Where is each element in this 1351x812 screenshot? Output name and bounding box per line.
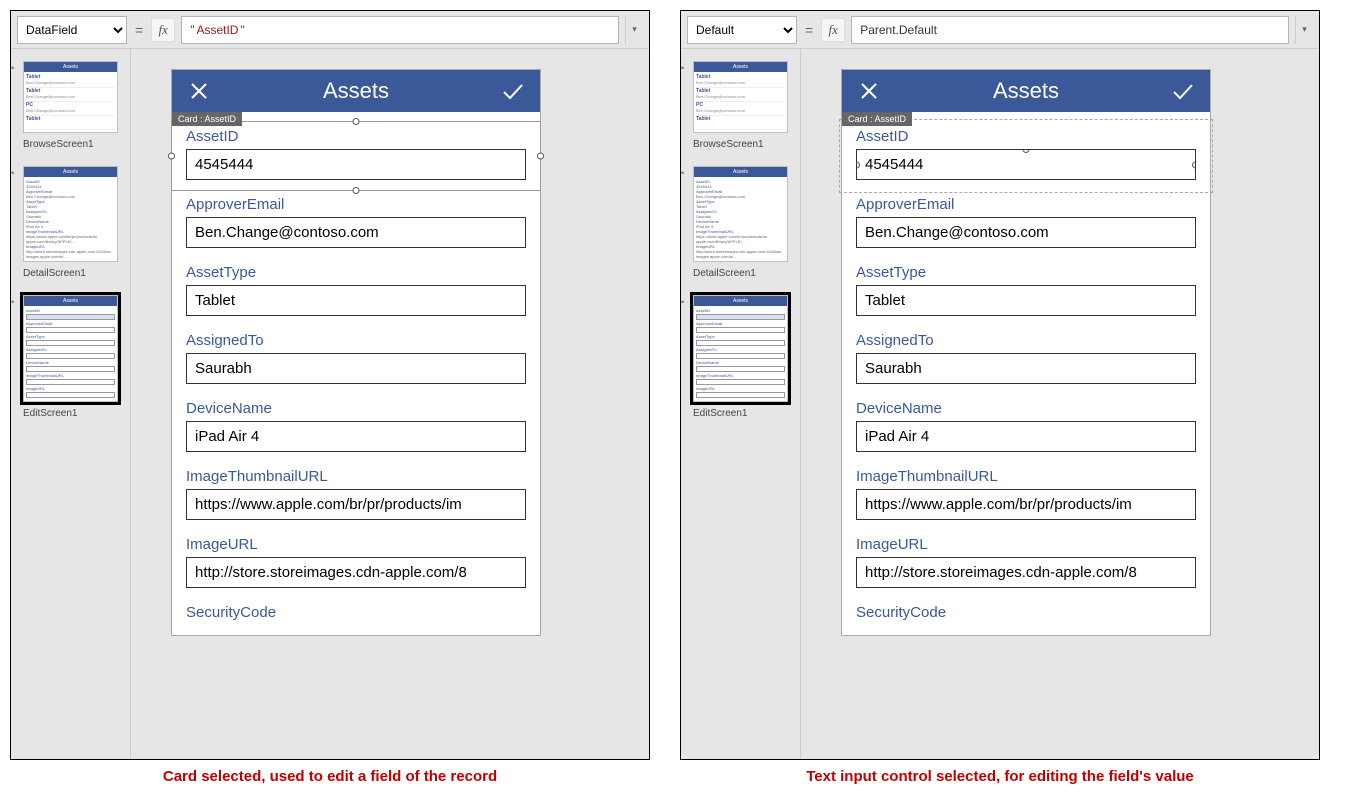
formula-bar: Default = fx Parent.Default ▾ <box>681 11 1319 49</box>
field-input[interactable]: Saurabh <box>186 353 526 384</box>
field-input[interactable]: iPad Air 4 <box>856 421 1196 452</box>
phone-preview: Assets Card : AssetID AssetID 4545444 Ap… <box>841 69 1211 636</box>
field-input[interactable]: Tablet <box>186 285 526 316</box>
card-approveremail[interactable]: ApproverEmail Ben.Change@contoso.com <box>842 190 1210 258</box>
phone-title: Assets <box>323 78 389 104</box>
card-imageurl[interactable]: ImageURL http://store.storeimages.cdn-ap… <box>172 530 540 598</box>
formula-input[interactable]: "AssetID" <box>181 16 619 44</box>
thumb-label-edit: EditScreen1 <box>693 408 794 419</box>
field-label: SecurityCode <box>186 604 526 621</box>
panel-right: Default = fx Parent.Default ▾ ••• Assets… <box>680 10 1320 760</box>
thumb-menu-icon[interactable]: ••• <box>681 168 683 178</box>
thumb-detail[interactable]: Assets AssetID4545444 ApproverEmailBen.C… <box>23 166 118 262</box>
formula-input[interactable]: Parent.Default <box>851 16 1289 44</box>
card-assettype[interactable]: AssetType Tablet <box>842 258 1210 326</box>
field-input-assetid[interactable]: 4545444 <box>186 149 526 180</box>
field-input[interactable]: Ben.Change@contoso.com <box>186 217 526 248</box>
field-input-assetid[interactable]: 4545444 <box>856 149 1196 180</box>
card-assignedto[interactable]: AssignedTo Saurabh <box>172 326 540 394</box>
field-label: AssignedTo <box>856 332 1196 349</box>
card-assettype[interactable]: AssetType Tablet <box>172 258 540 326</box>
card-imageurl[interactable]: ImageURL http://store.storeimages.cdn-ap… <box>842 530 1210 598</box>
check-icon[interactable] <box>1170 78 1196 104</box>
canvas: Assets Card : AssetID AssetID 4545444 Ap… <box>801 49 1319 759</box>
thumb-menu-icon[interactable]: ••• <box>681 63 683 73</box>
phone-header: Assets <box>842 70 1210 112</box>
field-label: SecurityCode <box>856 604 1196 621</box>
thumb-label-detail: DetailScreen1 <box>693 268 794 279</box>
field-label: AssignedTo <box>186 332 526 349</box>
fx-icon[interactable]: fx <box>821 18 845 42</box>
card-tag: Card : AssetID <box>842 112 912 126</box>
thumb-menu-icon[interactable]: ••• <box>11 168 13 178</box>
field-input[interactable]: https://www.apple.com/br/pr/products/im <box>856 489 1196 520</box>
field-input[interactable]: http://store.storeimages.cdn-apple.com/8 <box>186 557 526 588</box>
field-label: AssetID <box>186 128 526 145</box>
thumb-browse[interactable]: Assets TabletBen.Change@contoso.com Tabl… <box>693 61 788 133</box>
field-input[interactable]: Saurabh <box>856 353 1196 384</box>
check-icon[interactable] <box>500 78 526 104</box>
field-label: DeviceName <box>186 400 526 417</box>
card-imagethumb[interactable]: ImageThumbnailURL https://www.apple.com/… <box>842 462 1210 530</box>
field-label: AssetID <box>856 128 1196 145</box>
thumb-browse[interactable]: Assets TabletBen.Change@contoso.com Tabl… <box>23 61 118 133</box>
thumb-edit[interactable]: Assets AssetID ApproverEmail AssetType A… <box>693 295 788 402</box>
thumb-menu-icon[interactable]: ••• <box>11 297 13 307</box>
card-assetid[interactable]: AssetID 4545444 <box>171 121 541 191</box>
card-assignedto[interactable]: AssignedTo Saurabh <box>842 326 1210 394</box>
field-input[interactable]: https://www.apple.com/br/pr/products/im <box>186 489 526 520</box>
phone-preview: Assets Card : AssetID AssetID 4545444 Ap… <box>171 69 541 636</box>
canvas: Assets Card : AssetID AssetID 4545444 Ap… <box>131 49 649 759</box>
caption-left: Card selected, used to edit a field of t… <box>10 768 650 785</box>
close-icon[interactable] <box>186 78 212 104</box>
thumb-detail[interactable]: Assets AssetID4545444 ApproverEmailBen.C… <box>693 166 788 262</box>
equals-label: = <box>803 22 815 38</box>
thumb-menu-icon[interactable]: ••• <box>681 297 683 307</box>
phone-header: Assets <box>172 70 540 112</box>
field-label: ImageURL <box>856 536 1196 553</box>
formula-expand[interactable]: ▾ <box>1295 16 1313 44</box>
thumb-menu-icon[interactable]: ••• <box>11 63 13 73</box>
card-securitycode[interactable]: SecurityCode <box>842 598 1210 635</box>
field-input[interactable]: Ben.Change@contoso.com <box>856 217 1196 248</box>
equals-label: = <box>133 22 145 38</box>
field-label: ImageURL <box>186 536 526 553</box>
card-imagethumb[interactable]: ImageThumbnailURL https://www.apple.com/… <box>172 462 540 530</box>
field-input[interactable]: Tablet <box>856 285 1196 316</box>
field-input[interactable]: http://store.storeimages.cdn-apple.com/8 <box>856 557 1196 588</box>
fx-icon[interactable]: fx <box>151 18 175 42</box>
close-icon[interactable] <box>856 78 882 104</box>
screen-thumbnails: ••• Assets TabletBen.Change@contoso.com … <box>11 49 131 759</box>
card-approveremail[interactable]: ApproverEmail Ben.Change@contoso.com <box>172 190 540 258</box>
card-tag: Card : AssetID <box>172 112 242 126</box>
formula-bar: DataField = fx "AssetID" ▾ <box>11 11 649 49</box>
thumb-edit[interactable]: Assets AssetID ApproverEmail AssetType A… <box>23 295 118 402</box>
screen-thumbnails: ••• Assets TabletBen.Change@contoso.com … <box>681 49 801 759</box>
property-select[interactable]: Default <box>687 16 797 44</box>
card-securitycode[interactable]: SecurityCode <box>172 598 540 635</box>
field-label: AssetType <box>856 264 1196 281</box>
phone-title: Assets <box>993 78 1059 104</box>
field-input[interactable]: iPad Air 4 <box>186 421 526 452</box>
formula-expand[interactable]: ▾ <box>625 16 643 44</box>
thumb-label-detail: DetailScreen1 <box>23 268 124 279</box>
field-label: ImageThumbnailURL <box>186 468 526 485</box>
field-label: ImageThumbnailURL <box>856 468 1196 485</box>
panel-left: DataField = fx "AssetID" ▾ ••• Assets Ta… <box>10 10 650 760</box>
thumb-label-browse: BrowseScreen1 <box>23 139 124 150</box>
field-label: AssetType <box>186 264 526 281</box>
card-devicename[interactable]: DeviceName iPad Air 4 <box>842 394 1210 462</box>
card-assetid[interactable]: AssetID 4545444 <box>842 122 1210 190</box>
field-label: DeviceName <box>856 400 1196 417</box>
thumb-label-edit: EditScreen1 <box>23 408 124 419</box>
field-label: ApproverEmail <box>186 196 526 213</box>
property-select[interactable]: DataField <box>17 16 127 44</box>
caption-right: Text input control selected, for editing… <box>680 768 1320 785</box>
field-label: ApproverEmail <box>856 196 1196 213</box>
card-devicename[interactable]: DeviceName iPad Air 4 <box>172 394 540 462</box>
thumb-label-browse: BrowseScreen1 <box>693 139 794 150</box>
